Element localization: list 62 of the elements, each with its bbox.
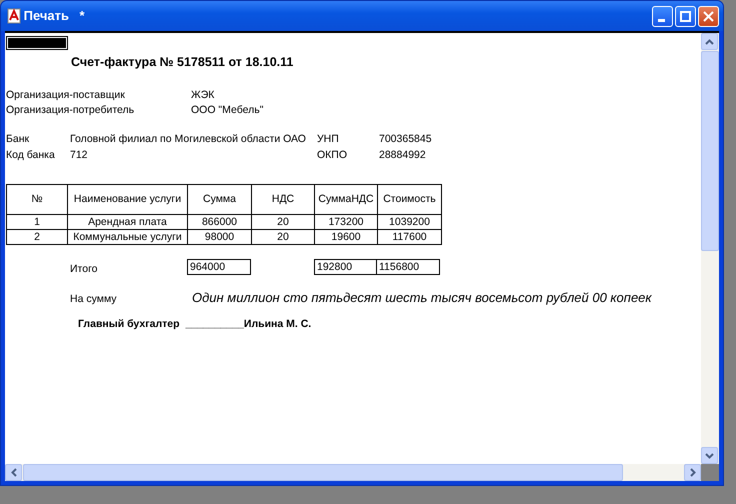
chevron-down-icon [705,452,714,458]
field-value: 712 [70,148,89,162]
scroll-down-button[interactable] [701,447,718,464]
horizontal-scrollbar[interactable] [5,464,719,481]
table-cell: 98000 [188,230,252,245]
table-cell: 20 [252,230,314,245]
scroll-right-button[interactable] [684,464,701,481]
amount-in-words: Один миллион сто пятьдесят шесть тысяч восемьсот рублей 00 копеек [192,290,652,306]
vertical-scrollbar[interactable] [701,33,719,464]
field-value: 28884992 [379,148,426,162]
table-cell: Коммунальные услуги [68,230,188,245]
document-title: Счет-фактура № 5178511 от 18.10.11 [71,55,294,70]
table-cell: 866000 [188,214,252,230]
field-label: Код банка [6,148,56,162]
scroll-thumb[interactable] [701,51,719,251]
table-cell: 19600 [314,230,378,245]
field-value: ООО "Мебель" [191,104,264,116]
column-header: НДС [252,184,314,215]
column-header: Наименование услуги [68,184,188,215]
size-grip [701,464,719,481]
table-cell: 2 [6,230,68,245]
app-icon [7,8,21,24]
column-header: № [6,184,68,215]
signature-line: __________ [186,318,244,331]
table-cell: 117600 [378,230,442,245]
table-cell: 1 [6,214,68,230]
table-cell: 173200 [314,214,378,230]
minimize-button[interactable] [652,6,673,26]
field-value: 700365845 [379,133,432,146]
total-vat-field: 192800 [314,259,377,276]
chevron-right-icon [690,468,696,477]
close-icon [703,10,714,22]
field-label: Организация-поставщик [6,89,126,102]
scroll-thumb[interactable] [23,464,623,481]
chevron-left-icon [10,468,16,477]
close-button[interactable] [698,6,719,26]
field-label: Организация-потребитель [6,104,136,116]
maximize-icon [680,10,691,22]
window-title: Печать [24,8,70,24]
column-header: Стоимость [378,184,442,215]
field-label: ОКПО [317,148,348,162]
column-header: Сумма [188,184,252,215]
field-value: Головной филиал по Могилевской области ОАО [70,133,307,146]
amount-label: На сумму [70,293,118,306]
maximize-button[interactable] [675,6,696,26]
totals-label: Итого [70,262,99,276]
field-value: ЖЭК [191,89,214,102]
total-cost-field: 1156800 [376,259,440,276]
signer-name: Ильина М. С. [244,318,312,331]
modified-mark: * [80,8,85,24]
column-header: СуммаНДС [314,184,378,215]
field-label: Банк [6,133,30,146]
field-label: УНП [317,133,340,146]
total-sum-field: 964000 [187,259,251,276]
scroll-up-button[interactable] [701,33,718,50]
table-cell: 1039200 [378,214,442,230]
table-cell: Арендная плата [68,214,188,230]
chevron-up-icon [705,38,714,44]
signature-label: Главный бухгалтер [78,318,180,331]
table-cell: 20 [252,214,314,230]
scroll-left-button[interactable] [5,464,22,481]
minimize-icon [658,18,664,22]
